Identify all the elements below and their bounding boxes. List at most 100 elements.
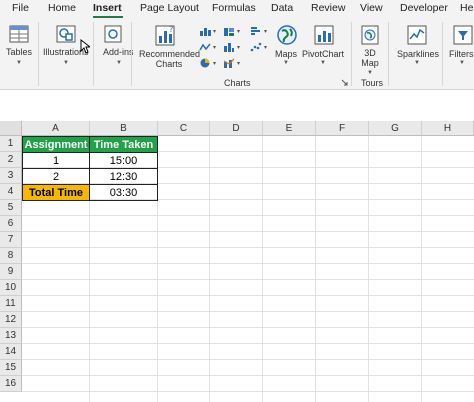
gridline (22, 343, 474, 344)
tab-developer[interactable]: Developer (400, 2, 448, 14)
cell-a2[interactable]: 1 (22, 152, 90, 169)
tab-formulas[interactable]: Formulas (212, 2, 256, 14)
pie-chart-icon[interactable] (199, 58, 211, 68)
column-header-f[interactable]: F (316, 121, 369, 136)
cell-b2[interactable]: 15:00 (89, 152, 158, 169)
scatter-chart-icon[interactable] (250, 42, 262, 52)
chevron-down-icon: ▾ (237, 29, 241, 35)
tab-home[interactable]: Home (48, 2, 76, 14)
column-header-c[interactable]: C (158, 121, 210, 136)
chevron-down-icon: ▼ (367, 70, 373, 76)
ribbon-divider (38, 22, 39, 86)
row-header-4[interactable]: 4 (0, 184, 22, 200)
column-header-e[interactable]: E (263, 121, 316, 136)
recommended-charts-text: Recommended Charts (139, 49, 201, 69)
pivotchart-icon (314, 25, 334, 45)
ribbon-divider (131, 22, 132, 86)
table-icon (9, 25, 29, 43)
ribbon-divider (351, 22, 352, 86)
column-header-h[interactable]: H (422, 121, 474, 136)
cell-b3[interactable]: 12:30 (89, 168, 158, 185)
row-header-6[interactable]: 6 (0, 216, 22, 232)
gridline (262, 136, 263, 402)
row-header-14[interactable]: 14 (0, 344, 22, 360)
tours-group-label: Tours (361, 78, 384, 88)
filter-icon (453, 25, 473, 45)
chevron-down-icon: ▾ (237, 61, 241, 67)
tab-file[interactable]: File (12, 2, 29, 14)
svg-text:?: ? (169, 25, 173, 34)
sparklines-icon (407, 25, 427, 45)
hierarchy-chart-icon[interactable] (223, 26, 235, 36)
ribbon-divider (93, 22, 94, 86)
cell-a1[interactable]: Assignment (22, 136, 90, 153)
row-header-2[interactable]: 2 (0, 152, 22, 168)
tab-page-layout[interactable]: Page Layout (140, 2, 199, 14)
tab-view[interactable]: View (360, 2, 383, 14)
dialog-launcher-icon[interactable] (341, 79, 348, 86)
tab-review[interactable]: Review (311, 2, 345, 14)
filters-label: Filters (449, 49, 474, 59)
illustrations-icon (56, 25, 76, 43)
chevron-down-icon: ▼ (320, 60, 326, 66)
chevron-down-icon: ▼ (414, 60, 420, 66)
statistic-chart-icon[interactable] (223, 42, 235, 52)
gridline (22, 231, 474, 232)
chevron-down-icon: ▼ (283, 60, 289, 66)
column-header-a[interactable]: A (22, 121, 90, 136)
gridline (22, 247, 474, 248)
cell-b4[interactable]: 03:30 (89, 184, 158, 201)
row-header-10[interactable]: 10 (0, 280, 22, 296)
tab-help[interactable]: He (460, 2, 473, 14)
row-header-3[interactable]: 3 (0, 168, 22, 184)
globe-icon (277, 25, 297, 45)
gridline (209, 136, 210, 402)
tab-insert[interactable]: Insert (93, 2, 122, 14)
tab-data[interactable]: Data (271, 2, 293, 14)
cell-a4[interactable]: Total Time (22, 184, 90, 201)
row-header-9[interactable]: 9 (0, 264, 22, 280)
recommended-charts-icon: ? (155, 25, 175, 46)
row-header-11[interactable]: 11 (0, 296, 22, 312)
row-header-1[interactable]: 1 (0, 136, 22, 152)
row-header-13[interactable]: 13 (0, 328, 22, 344)
gridline (22, 311, 474, 312)
row-header-5[interactable]: 5 (0, 200, 22, 216)
column-header-d[interactable]: D (210, 121, 263, 136)
row-header-16[interactable]: 16 (0, 376, 22, 392)
3d-map-text: 3D Map (361, 48, 379, 68)
chevron-down-icon: ▼ (16, 60, 22, 66)
select-all-corner[interactable] (0, 121, 22, 136)
chevron-down-icon: ▾ (237, 45, 241, 51)
combo-chart-icon[interactable] (223, 58, 235, 68)
ribbon-divider (442, 22, 443, 86)
excel-window: File Home Insert Page Layout Formulas Da… (0, 0, 474, 402)
gridline (22, 263, 474, 264)
line-chart-icon[interactable] (199, 42, 211, 52)
maps-label: Maps (275, 49, 298, 59)
row-header-7[interactable]: 7 (0, 232, 22, 248)
recommended-charts-label: Recommended Charts (139, 49, 201, 69)
bar-chart-icon[interactable] (250, 26, 262, 36)
chevron-down-icon: ▼ (116, 60, 122, 66)
chevron-down-icon: ▾ (213, 45, 217, 51)
ribbon-tab-bar: File Home Insert Page Layout Formulas Da… (0, 0, 474, 20)
column-chart-icon[interactable] (199, 26, 211, 36)
3d-map-label: 3D Map (361, 48, 379, 68)
chevron-down-icon: ▾ (264, 29, 268, 35)
cell-a3[interactable]: 2 (22, 168, 90, 185)
gridline (22, 391, 474, 392)
column-header-g[interactable]: G (369, 121, 422, 136)
charts-group-label: Charts (224, 78, 251, 88)
row-header-12[interactable]: 12 (0, 312, 22, 328)
row-header-8[interactable]: 8 (0, 248, 22, 264)
formula-area-blank (0, 91, 474, 121)
cell-b1[interactable]: Time Taken (89, 136, 158, 153)
gridline (315, 136, 316, 402)
3d-map-icon (361, 25, 379, 45)
column-header-b[interactable]: B (90, 121, 158, 136)
ribbon-divider (388, 22, 389, 86)
row-header-15[interactable]: 15 (0, 360, 22, 376)
gridline (22, 359, 474, 360)
worksheet-grid[interactable]: A B C D E F G H 1 2 3 4 5 6 7 8 9 10 11 … (0, 121, 474, 402)
